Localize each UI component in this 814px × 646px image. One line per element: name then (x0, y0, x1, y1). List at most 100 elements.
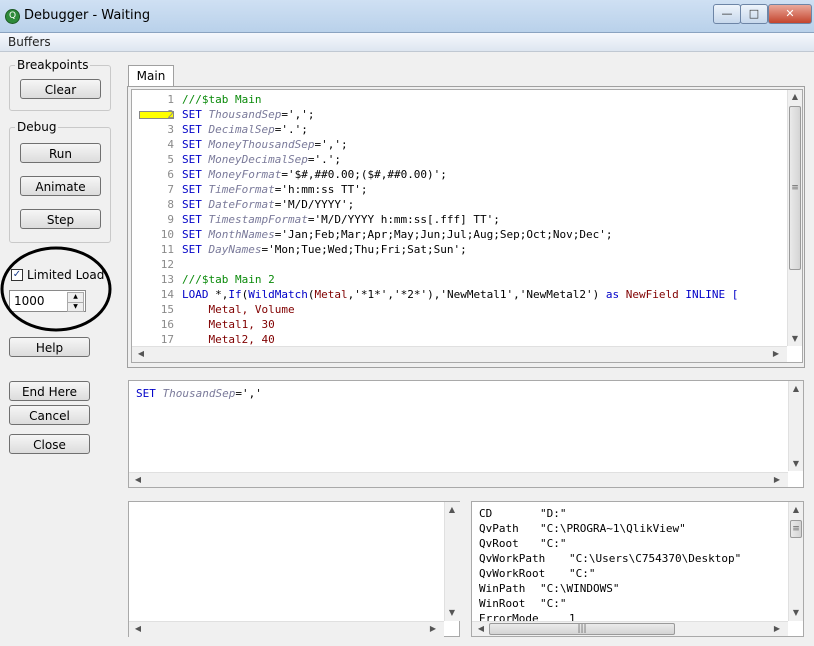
scroll-thumb[interactable]: ≡ (790, 520, 802, 538)
scroll-right-icon[interactable]: ▶ (769, 349, 783, 358)
scroll-thumb[interactable]: ||| (489, 623, 675, 635)
scroll-left-icon[interactable]: ◀ (131, 624, 145, 633)
scroll-down-icon[interactable]: ▼ (788, 334, 802, 343)
code-token: DecimalSep (208, 123, 275, 136)
code-token: ='Jan;Feb;Mar;Apr;May;Jun;Jul;Aug;Sep;Oc… (274, 228, 613, 241)
variable-row[interactable]: ErrorMode 1 (479, 612, 576, 621)
code-line: SET MonthNames='Jan;Feb;Mar;Apr;May;Jun;… (182, 228, 613, 241)
scroll-down-icon[interactable]: ▼ (445, 608, 459, 617)
variable-name: QvWorkPath (479, 552, 546, 565)
code-token: ='$#,##0.00;($#,##0.00)'; (281, 168, 447, 181)
scroll-up-icon[interactable]: ▲ (445, 505, 459, 514)
variable-name: ErrorMode (479, 612, 539, 621)
close-icon[interactable]: ✕ (768, 4, 812, 24)
scroll-right-icon[interactable]: ▶ (426, 624, 440, 633)
variable-row[interactable]: QvPath "C:\PROGRA~1\QlikView" (479, 522, 686, 535)
scroll-up-icon[interactable]: ▲ (788, 92, 802, 101)
scroll-right-icon[interactable]: ▶ (770, 475, 784, 484)
scroll-right-icon[interactable]: ▶ (770, 624, 784, 633)
scroll-left-icon[interactable]: ◀ (474, 624, 488, 633)
variable-row[interactable]: QvRoot "C:" (479, 537, 567, 550)
statement-horizontal-scrollbar[interactable]: ◀ ▶ (129, 472, 788, 487)
line-number: 6 (167, 168, 174, 181)
statement-rest: =',' (235, 387, 262, 400)
variables-vertical-scrollbar[interactable]: ▲ ≡ ▼ (788, 502, 803, 621)
variable-row[interactable]: WinRoot "C:" (479, 597, 567, 610)
variable-row[interactable]: QvWorkPath "C:\Users\C754370\Desktop" (479, 552, 741, 565)
code-token: ='M/D/YYYY h:mm:ss[.fff] TT'; (307, 213, 500, 226)
variable-name: QvPath (479, 522, 519, 535)
code-token: INLINE [ (685, 288, 739, 301)
menu-bar: Buffers (0, 33, 814, 52)
window-title: Debugger - Waiting (24, 8, 151, 23)
script-editor[interactable]: 1///$tab Main 2 SET ThousandSep=','; 3 SET D… (131, 89, 803, 363)
variable-value: "C:\Users\C754370\Desktop" (569, 552, 742, 565)
code-token: TimestampFormat (208, 213, 308, 226)
variable-value: "D:" (540, 507, 567, 520)
scroll-left-icon[interactable]: ◀ (134, 349, 148, 358)
variables-horizontal-scrollbar[interactable]: ◀ ||| ▶ (472, 621, 788, 636)
variable-row[interactable]: CD "D:" (479, 507, 567, 520)
code-line: SET MoneyThousandSep=','; (182, 138, 348, 151)
qlikview-icon: Q (5, 9, 20, 24)
code-token: TimeFormat (208, 183, 275, 196)
code-token: ='h:mm:ss TT'; (274, 183, 368, 196)
code-token: SET (182, 183, 209, 196)
line-number: 12 (160, 258, 174, 271)
run-button[interactable]: Run (20, 143, 101, 163)
code-token: LOAD (182, 288, 216, 301)
code-line: Metal, Volume (182, 303, 294, 316)
clear-button[interactable]: Clear (20, 79, 101, 99)
variable-value: "C:\WINDOWS" (540, 582, 620, 595)
code-line: SET MoneyDecimalSep='.'; (182, 153, 341, 166)
close-button[interactable]: Close (9, 434, 90, 454)
scroll-down-icon[interactable]: ▼ (789, 608, 803, 617)
code-token: Metal1, 30 (182, 318, 275, 331)
variable-name: CD (479, 507, 493, 520)
variable-row[interactable]: QvWorkRoot "C:" (479, 567, 596, 580)
line-number: 8 (167, 198, 174, 211)
step-button[interactable]: Step (20, 209, 101, 229)
cancel-button[interactable]: Cancel (9, 405, 90, 425)
code-token: MoneyThousandSep (208, 138, 315, 151)
variable-value: "C:" (540, 537, 567, 550)
animate-button[interactable]: Animate (20, 176, 101, 196)
code-token: ='.'; (307, 153, 341, 166)
code-token: DateFormat (208, 198, 275, 211)
maximize-icon[interactable]: □ (740, 4, 768, 24)
variable-value: 1 (569, 612, 576, 621)
minimize-icon[interactable]: — (713, 4, 741, 24)
editor-vertical-scrollbar[interactable]: ▲ ≡ ▼ (787, 90, 802, 346)
end-here-button[interactable]: End Here (9, 381, 90, 401)
code-token: WildMatch (248, 288, 308, 301)
code-token: ='Mon;Tue;Wed;Thu;Fri;Sat;Sun'; (261, 243, 467, 256)
editor-horizontal-scrollbar[interactable]: ◀ ▶ (132, 346, 787, 362)
code-token: as (605, 288, 626, 301)
code-token: Metal2, 40 (182, 333, 275, 346)
menu-buffers[interactable]: Buffers (8, 35, 51, 49)
code-token: ,'*1*','*2*'),'NewMetal1','NewMetal2') (347, 288, 606, 301)
variable-name: QvRoot (479, 537, 519, 550)
scroll-left-icon[interactable]: ◀ (131, 475, 145, 484)
line-number: 16 (160, 318, 174, 331)
scroll-down-icon[interactable]: ▼ (789, 459, 803, 468)
help-button[interactable]: Help (9, 337, 90, 357)
code-token: ='.'; (274, 123, 308, 136)
scroll-up-icon[interactable]: ▲ (789, 505, 803, 514)
line-number: 9 (167, 213, 174, 226)
tab-main[interactable]: Main (128, 65, 174, 88)
line-number: 15 (160, 303, 174, 316)
variable-row[interactable]: WinPath "C:\WINDOWS" (479, 582, 619, 595)
output-vertical-scrollbar[interactable]: ▲ ▼ (444, 502, 460, 621)
code-line: SET MoneyFormat='$#,##0.00;($#,##0.00)'; (182, 168, 447, 181)
code-token: SET (182, 243, 209, 256)
code-line: LOAD *,If(WildMatch(Metal,'*1*','*2*'),'… (182, 288, 738, 301)
scroll-thumb[interactable]: ≡ (789, 106, 801, 270)
code-line: SET DecimalSep='.'; (182, 123, 308, 136)
code-line: Metal1, 30 (182, 318, 275, 331)
scroll-up-icon[interactable]: ▲ (789, 384, 803, 393)
variable-value: "C:" (540, 597, 567, 610)
output-horizontal-scrollbar[interactable]: ◀ ▶ (129, 621, 444, 637)
statement-vertical-scrollbar[interactable]: ▲ ▼ (788, 381, 803, 471)
code-token: MoneyDecimalSep (208, 153, 308, 166)
